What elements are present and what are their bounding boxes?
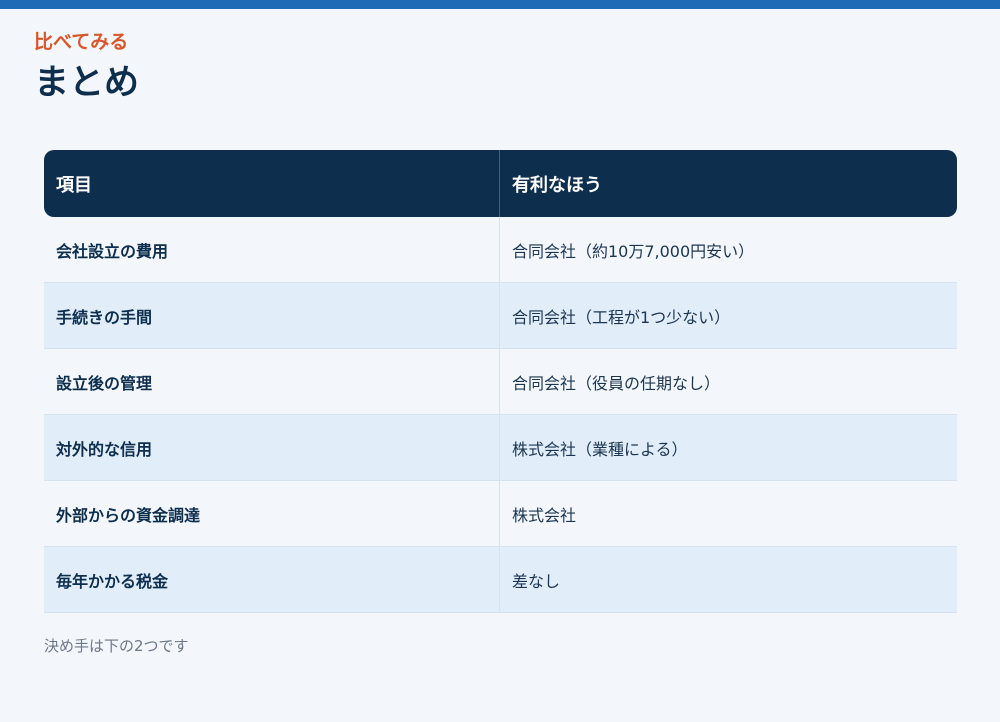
table-row: 毎年かかる税金 差なし bbox=[44, 547, 957, 613]
row-winner-value: 差なし bbox=[512, 571, 561, 591]
page-title: まとめ bbox=[34, 63, 140, 103]
table-row: 対外的な信用 株式会社（業種による） bbox=[44, 415, 957, 481]
row-winner-value: 合同会社（役員の任期なし） bbox=[512, 373, 721, 393]
row-item-label: 外部からの資金調達 bbox=[44, 481, 500, 546]
row-item-label: 会社設立の費用 bbox=[44, 217, 500, 282]
column-header-item: 項目 bbox=[44, 150, 500, 217]
row-winner-value: 合同会社（約10万7,000円安い） bbox=[512, 241, 755, 261]
table-header: 項目 有利なほう bbox=[44, 150, 957, 217]
row-item-label: 対外的な信用 bbox=[44, 415, 500, 480]
section-eyebrow: 比べてみる bbox=[34, 31, 129, 53]
row-item-label: 設立後の管理 bbox=[44, 349, 500, 414]
table-row: 外部からの資金調達 株式会社 bbox=[44, 481, 957, 547]
table-row: 会社設立の費用 合同会社（約10万7,000円安い） bbox=[44, 217, 957, 283]
row-winner-value: 合同会社（工程が1つ少ない） bbox=[512, 307, 731, 327]
table-row: 手続きの手間 合同会社（工程が1つ少ない） bbox=[44, 283, 957, 349]
footnote: 決め手は下の2つです bbox=[44, 637, 189, 655]
row-winner-value: 株式会社（業種による） bbox=[512, 439, 688, 459]
row-winner-value: 株式会社 bbox=[512, 505, 577, 525]
column-header-winner: 有利なほう bbox=[512, 174, 602, 196]
row-item-label: 手続きの手間 bbox=[44, 283, 500, 348]
table-row: 設立後の管理 合同会社（役員の任期なし） bbox=[44, 349, 957, 415]
comparison-table: 項目 有利なほう 会社設立の費用 合同会社（約10万7,000円安い） 手続きの… bbox=[44, 150, 957, 613]
row-item-label: 毎年かかる税金 bbox=[44, 547, 500, 612]
top-accent-bar bbox=[0, 0, 1000, 9]
